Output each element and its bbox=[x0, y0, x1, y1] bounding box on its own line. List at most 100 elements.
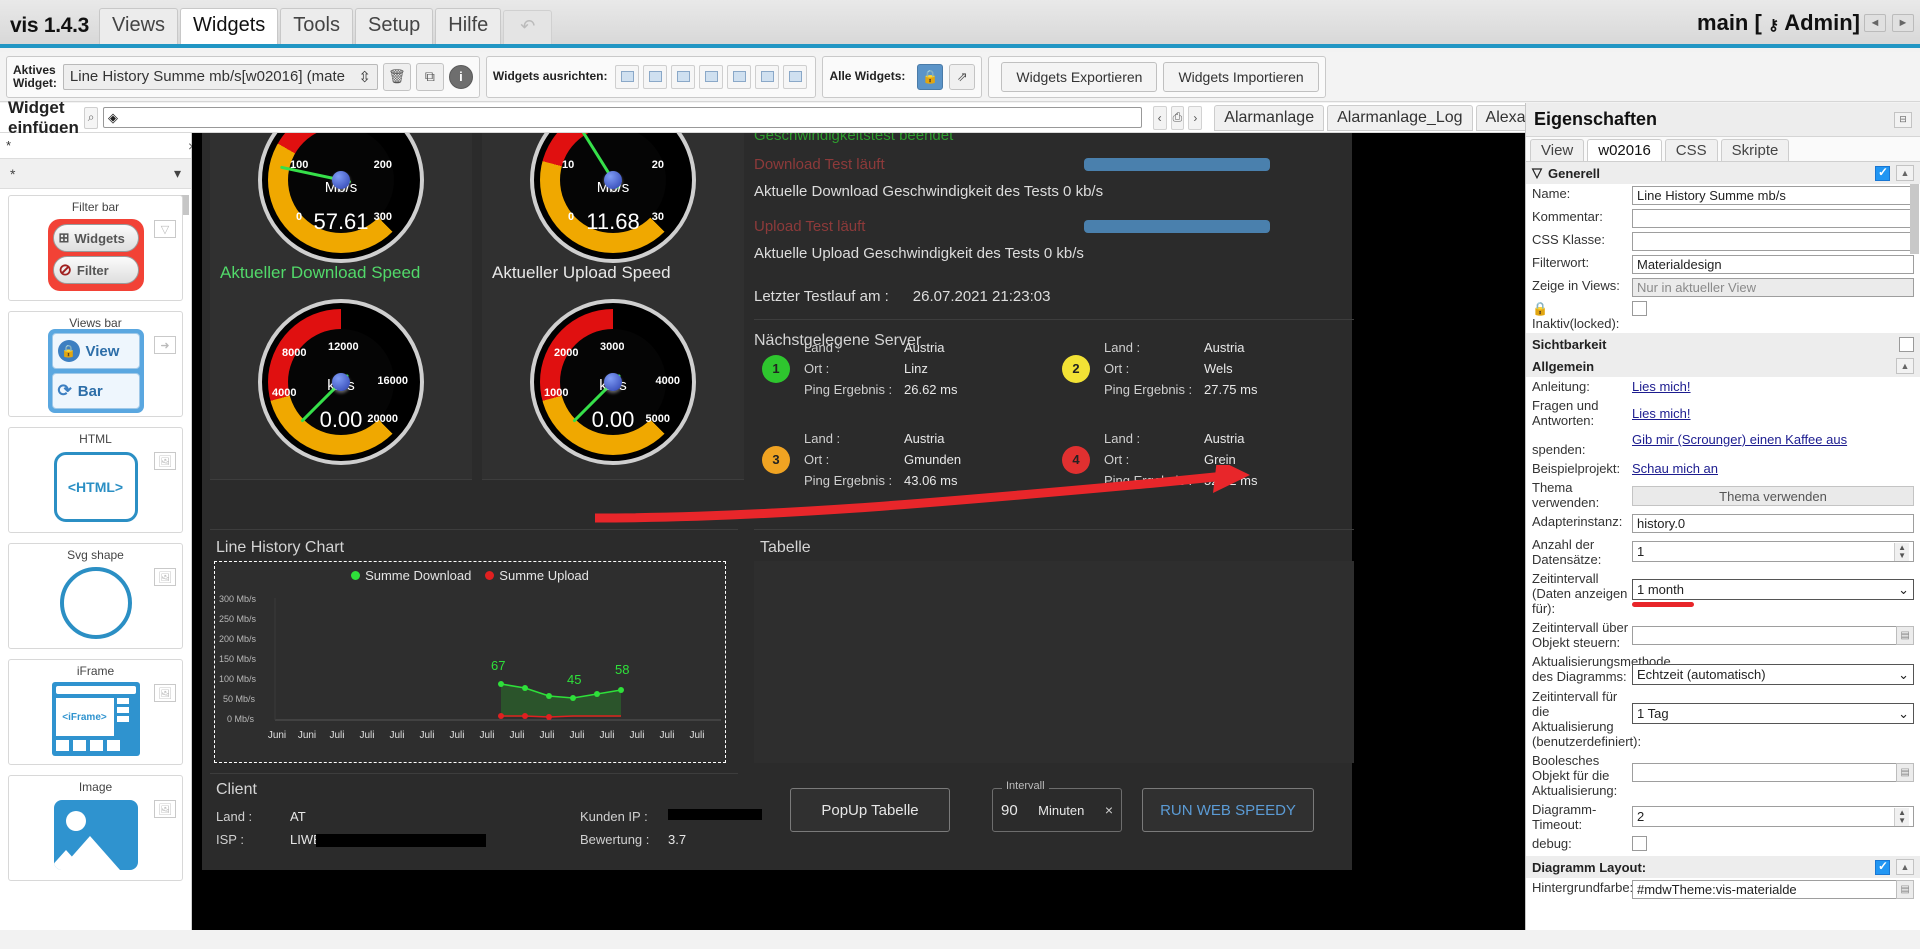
faq-link[interactable]: Lies mich! bbox=[1632, 406, 1691, 421]
view-prev-button[interactable]: ‹ bbox=[1152, 105, 1167, 130]
tab-skripte[interactable]: Skripte bbox=[1720, 139, 1790, 161]
lock-all-widgets-button[interactable]: 🔒 bbox=[917, 63, 944, 90]
palette-pill-label: View bbox=[85, 342, 120, 360]
view-tab-alarmanlage-log[interactable]: Alarmanlage_Log bbox=[1327, 104, 1473, 131]
spinner-value: 2 bbox=[1637, 809, 1645, 824]
name-input[interactable]: Line History Summe mb/s bbox=[1632, 186, 1914, 205]
tab-css[interactable]: CSS bbox=[1664, 139, 1718, 161]
distribute-horizontal-icon[interactable] bbox=[783, 64, 808, 89]
arrow-right-icon: ➜ bbox=[154, 336, 176, 354]
server-land-label: Land : bbox=[1104, 340, 1141, 355]
thema-verwenden-button[interactable]: Thema verwenden bbox=[1632, 486, 1914, 506]
align-middle-icon[interactable] bbox=[727, 64, 752, 89]
palette-item-html[interactable]: HTML 🖼 <HTML> bbox=[8, 427, 183, 533]
group-diagramm-layout[interactable]: Diagramm Layout: ▲ bbox=[1526, 856, 1920, 878]
menu-tab-tools[interactable]: Tools bbox=[280, 8, 353, 44]
chevron-up-icon[interactable]: ▲ bbox=[1896, 859, 1914, 875]
palette-item-image[interactable]: Image 🖼 bbox=[8, 775, 183, 881]
view-next-button[interactable]: › bbox=[1188, 105, 1203, 130]
spinner-arrows-icon[interactable]: ▲ ▼ bbox=[1894, 807, 1909, 826]
import-widgets-button[interactable]: Widgets Importieren bbox=[1163, 61, 1319, 92]
chevron-up-icon[interactable]: ▲ bbox=[1896, 165, 1914, 181]
debug-checkbox[interactable] bbox=[1632, 836, 1647, 851]
anzahl-datensaetze-spinner[interactable]: 1 ▲ ▼ bbox=[1632, 541, 1914, 562]
css-klasse-input[interactable] bbox=[1632, 232, 1914, 251]
popup-table-button[interactable]: PopUp Tabelle bbox=[790, 788, 950, 832]
group-generell[interactable]: ▽ Generell ▲ bbox=[1526, 162, 1920, 184]
export-widgets-button[interactable]: Widgets Exportieren bbox=[1001, 61, 1158, 92]
palette-item-iframe[interactable]: iFrame 🖼 <iFrame> bbox=[8, 659, 183, 765]
diagramm-timeout-spinner[interactable]: 2 ▲ ▼ bbox=[1632, 806, 1914, 827]
align-left-icon[interactable] bbox=[615, 64, 640, 89]
menu-tab-setup[interactable]: Setup bbox=[355, 8, 434, 44]
table-widget-area[interactable] bbox=[754, 561, 1354, 763]
prop-hintergrundfarbe: Hintergrundfarbe: #mdwTheme:vis-material… bbox=[1526, 878, 1920, 901]
window-collapse-button[interactable]: ◄ bbox=[1864, 14, 1886, 32]
group-enabled-checkbox[interactable] bbox=[1899, 336, 1914, 352]
palette-item-views-bar[interactable]: Views bar ➜ 🔒 View ⟳ Bar bbox=[8, 311, 183, 417]
group-allgemein[interactable]: Allgemein ▲ bbox=[1526, 355, 1920, 377]
object-picker-icon[interactable]: ▤ bbox=[1896, 880, 1914, 899]
copy-widget-button[interactable]: ⧉ bbox=[415, 62, 444, 91]
chart-xtick: Juli bbox=[479, 730, 495, 741]
view-tab-alarmanlage[interactable]: Alarmanlage bbox=[1214, 104, 1325, 131]
align-right-icon[interactable] bbox=[671, 64, 696, 89]
object-picker-icon[interactable]: ▤ bbox=[1896, 626, 1914, 645]
tab-view[interactable]: View bbox=[1530, 139, 1585, 161]
boolesches-objekt-input[interactable] bbox=[1632, 763, 1897, 782]
aktualisierungsmethode-select[interactable]: Echtzeit (automatisch) ⌄ bbox=[1632, 664, 1914, 685]
group-enabled-checkbox[interactable] bbox=[1875, 165, 1890, 181]
palette-item-filter-bar[interactable]: Filter bar ▽ ⊞ Widgets ⊘ Filter bbox=[8, 195, 183, 301]
tag-icon[interactable]: ◈ bbox=[103, 107, 1143, 128]
server-badge: 3 bbox=[762, 445, 790, 474]
run-web-speedy-button[interactable]: RUN WEB SPEEDY bbox=[1142, 788, 1314, 832]
undo-icon[interactable]: ↶ bbox=[503, 10, 553, 44]
adapterinstanz-input[interactable]: history.0 bbox=[1632, 514, 1914, 533]
spenden-link[interactable]: Gib mir (Scrounger) einen Kaffee aus bbox=[1632, 432, 1847, 447]
align-bottom-icon[interactable] bbox=[755, 64, 780, 89]
align-top-icon[interactable] bbox=[699, 64, 724, 89]
palette-item-svg-shape[interactable]: Svg shape 🖼 bbox=[8, 543, 183, 649]
chart-xtick: Juli bbox=[419, 730, 435, 741]
close-icon[interactable]: × bbox=[1105, 802, 1113, 818]
chevron-up-icon[interactable]: ▲ bbox=[1896, 358, 1914, 374]
tab-w02016[interactable]: w02016 bbox=[1587, 139, 1662, 161]
zeitintervall-aktualisierung-select[interactable]: 1 Tag ⌄ bbox=[1632, 703, 1914, 724]
zeige-in-views-input[interactable]: Nur in aktueller View bbox=[1632, 278, 1914, 297]
properties-collapse-button[interactable]: ⊟ bbox=[1894, 111, 1912, 128]
group-enabled-checkbox[interactable] bbox=[1875, 859, 1890, 875]
object-picker-icon[interactable]: ▤ bbox=[1896, 763, 1914, 782]
zeitintervall-objekt-input[interactable] bbox=[1632, 626, 1897, 645]
group-sichtbarkeit[interactable]: Sichtbarkeit bbox=[1526, 333, 1920, 355]
kommentar-input[interactable] bbox=[1632, 209, 1914, 228]
palette-filter-select[interactable]: * ▾ bbox=[0, 159, 191, 189]
vis-view-panel: 100 200 0 300 Mb/s 57.61 26.07 um 21:23 … bbox=[202, 133, 1354, 870]
zeitintervall-select[interactable]: 1 month ⌄ bbox=[1632, 579, 1914, 600]
chevron-down-icon: ⌄ bbox=[1898, 705, 1909, 721]
server-land-value: Austria bbox=[904, 340, 945, 355]
chevron-down-icon: ▾ bbox=[173, 165, 181, 181]
active-widget-select[interactable]: Line History Summe mb/s[w02016] (mate ⇳ bbox=[62, 63, 378, 90]
properties-scrollbar[interactable] bbox=[1910, 184, 1919, 254]
beispielprojekt-link[interactable]: Schau mich an bbox=[1632, 461, 1718, 476]
search-icon[interactable]: ⌕ bbox=[84, 106, 99, 129]
view-copy-button[interactable]: ⎙ bbox=[1170, 105, 1185, 130]
palette-search-input[interactable] bbox=[4, 137, 184, 154]
interval-field[interactable]: Intervall 90 Minuten × bbox=[992, 780, 1122, 832]
menu-tab-views[interactable]: Views bbox=[99, 8, 179, 44]
prop-zeitintervall-daten: Zeitintervall (Daten anzeigen für): 1 mo… bbox=[1526, 569, 1920, 618]
anleitung-link[interactable]: Lies mich! bbox=[1632, 379, 1691, 394]
spinner-arrows-icon[interactable]: ▲ ▼ bbox=[1894, 542, 1909, 561]
align-center-icon[interactable] bbox=[643, 64, 668, 89]
inaktiv-checkbox[interactable] bbox=[1632, 301, 1647, 316]
menu-tab-hilfe[interactable]: Hilfe bbox=[435, 8, 502, 44]
menu-tab-widgets[interactable]: Widgets bbox=[180, 8, 279, 44]
server-land-value: Austria bbox=[904, 431, 945, 446]
filterwort-input[interactable]: Materialdesign bbox=[1632, 255, 1914, 274]
hintergrundfarbe-input[interactable]: #mdwTheme:vis-materialde bbox=[1632, 880, 1897, 899]
widget-info-button[interactable]: i bbox=[448, 64, 473, 89]
link-all-widgets-button[interactable]: ⇗ bbox=[949, 63, 976, 90]
window-expand-button[interactable]: ► bbox=[1892, 14, 1914, 32]
delete-widget-button[interactable]: 🗑 bbox=[382, 62, 411, 91]
line-history-chart[interactable]: Summe Download Summe Upload 300 Mb/s 250… bbox=[214, 561, 726, 763]
